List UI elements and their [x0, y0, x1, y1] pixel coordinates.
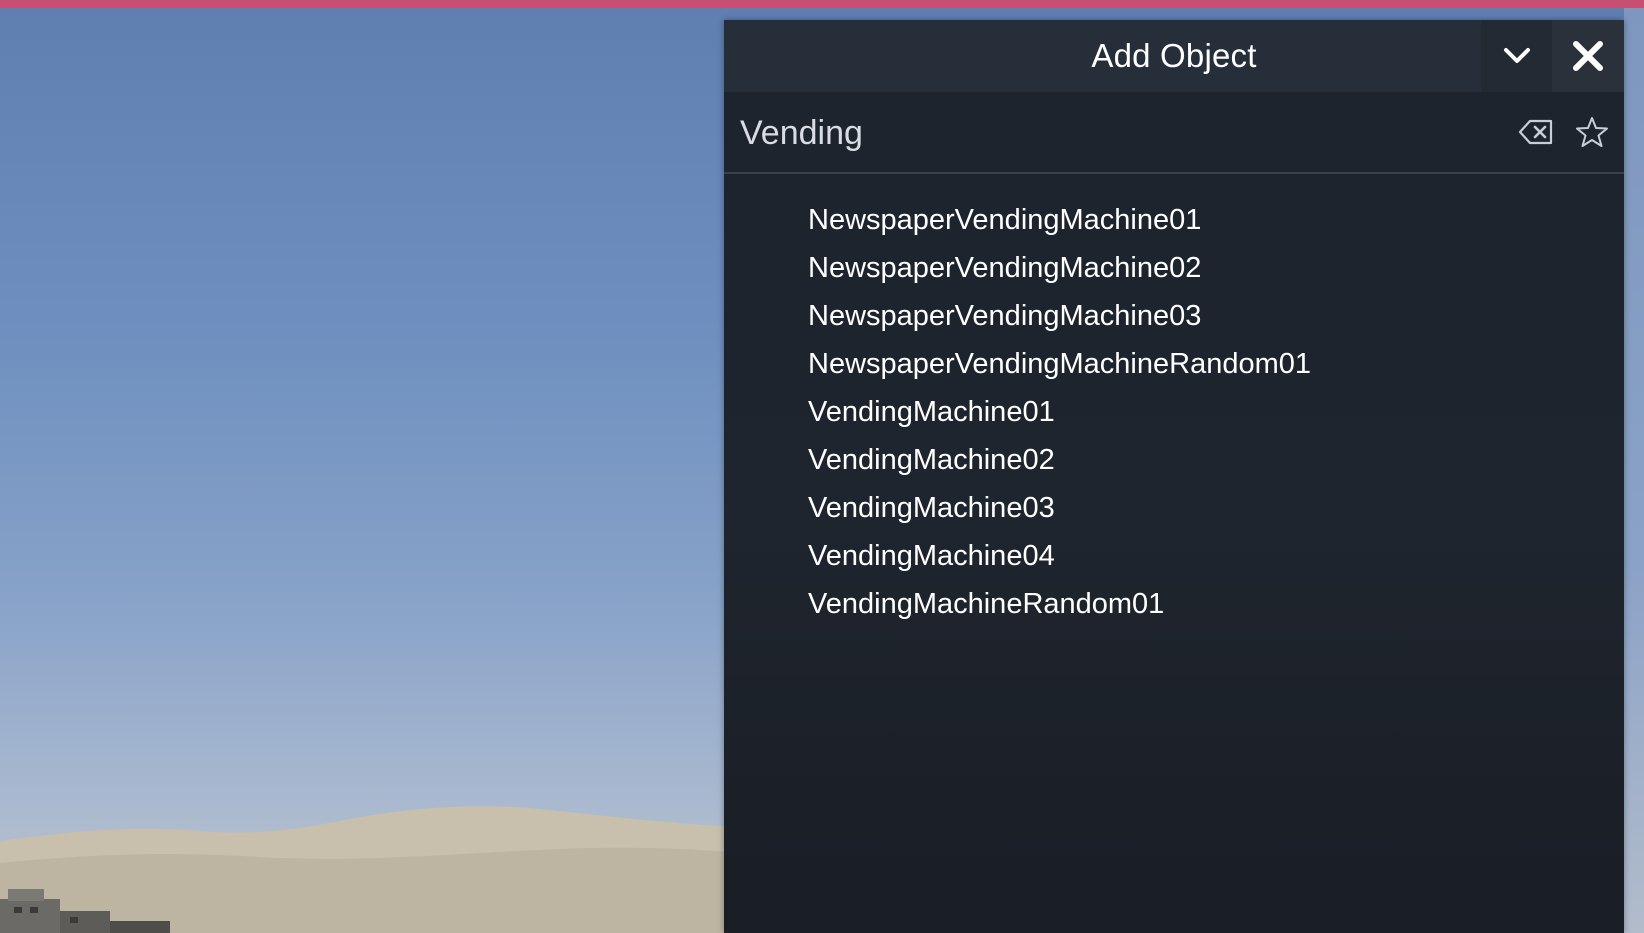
close-icon — [1573, 41, 1603, 71]
desert-hills — [0, 803, 740, 933]
backspace-clear-icon — [1518, 119, 1553, 145]
star-outline-icon — [1576, 117, 1608, 147]
list-item[interactable]: VendingMachine02 — [724, 436, 1624, 484]
list-item[interactable]: VendingMachineRandom01 — [724, 580, 1624, 628]
window-top-border — [0, 0, 1644, 8]
clear-search-button[interactable] — [1514, 110, 1558, 154]
favorite-button[interactable] — [1570, 110, 1614, 154]
close-button[interactable] — [1552, 20, 1624, 92]
viewport-edge — [1624, 8, 1644, 933]
list-item[interactable]: VendingMachine04 — [724, 532, 1624, 580]
results-list: NewspaperVendingMachine01 NewspaperVendi… — [724, 196, 1624, 628]
list-item[interactable]: NewspaperVendingMachine01 — [724, 196, 1624, 244]
list-item[interactable]: NewspaperVendingMachine02 — [724, 244, 1624, 292]
add-object-panel: Add Object NewspaperVendingMachine01 — [724, 20, 1624, 933]
list-item[interactable]: NewspaperVendingMachine03 — [724, 292, 1624, 340]
chevron-down-icon — [1504, 48, 1530, 63]
search-bar — [724, 92, 1624, 174]
search-input[interactable] — [738, 106, 1442, 160]
list-item[interactable]: VendingMachine01 — [724, 388, 1624, 436]
panel-titlebar: Add Object — [724, 20, 1624, 92]
collapse-button[interactable] — [1481, 20, 1553, 92]
list-item[interactable]: VendingMachine03 — [724, 484, 1624, 532]
list-item[interactable]: NewspaperVendingMachineRandom01 — [724, 340, 1624, 388]
